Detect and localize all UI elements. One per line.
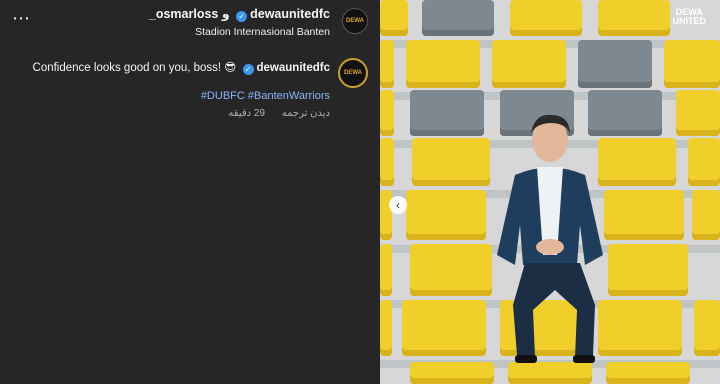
seat <box>406 40 480 88</box>
seated-man-figure <box>497 114 603 363</box>
author-username[interactable]: dewaunitedfc <box>250 7 330 21</box>
post-header: _osmarloss و ✓ dewaunitedfc Stadion Inter… <box>149 6 330 38</box>
seat <box>412 138 490 186</box>
seat <box>380 190 392 240</box>
seat <box>380 244 392 296</box>
seat <box>380 138 394 186</box>
post-authors: _osmarloss و ✓ dewaunitedfc <box>149 6 330 22</box>
seat <box>508 362 592 384</box>
translate-link[interactable]: دیدن ترجمه <box>282 108 330 119</box>
coauthor-username[interactable]: _osmarloss <box>149 7 218 21</box>
caption-username[interactable]: dewaunitedfc <box>257 62 330 74</box>
more-options-icon[interactable]: ⋯ <box>12 8 31 29</box>
author-avatar[interactable]: DEWA <box>342 8 368 34</box>
team-logo: DEWA UNITED <box>672 7 707 26</box>
timestamp: 29 دقیقه <box>228 108 265 119</box>
caption-text: Confidence looks good on you, boss! 😎 <box>32 62 237 74</box>
seat <box>606 362 690 384</box>
verified-icon: ✓ <box>242 64 254 75</box>
seat <box>664 40 720 88</box>
seat <box>406 190 486 240</box>
seat <box>380 0 408 36</box>
seat <box>380 300 392 356</box>
caption-meta: دیدن ترجمه 29 دقیقه <box>214 108 330 119</box>
seat <box>422 0 494 36</box>
seat <box>608 244 688 296</box>
seat <box>380 90 394 136</box>
seat <box>402 300 486 356</box>
hashtags[interactable]: #DUBFC #BantenWarriors <box>201 90 330 102</box>
seat <box>688 138 720 186</box>
seat <box>492 40 566 88</box>
post-panel: ⋯ _osmarloss و ✓ dewaunitedfc Stadion Int… <box>0 0 380 384</box>
previous-image-button[interactable]: ‹ <box>389 196 407 214</box>
caption: Confidence looks good on you, boss! 😎 ✓ d… <box>33 60 330 75</box>
seat <box>410 244 492 296</box>
seat <box>692 190 720 240</box>
seat <box>598 0 670 36</box>
seat <box>694 300 720 356</box>
verified-icon: ✓ <box>236 11 248 22</box>
seat <box>676 90 720 136</box>
caption-avatar[interactable]: DEWA <box>338 58 368 88</box>
seat <box>578 40 652 88</box>
and-conjunction: و <box>221 7 230 21</box>
seat <box>380 40 394 88</box>
seat <box>510 0 582 36</box>
seat <box>604 190 684 240</box>
seat <box>410 90 484 136</box>
location-label[interactable]: Stadion Internasional Banten <box>149 26 330 38</box>
seat <box>410 362 494 384</box>
